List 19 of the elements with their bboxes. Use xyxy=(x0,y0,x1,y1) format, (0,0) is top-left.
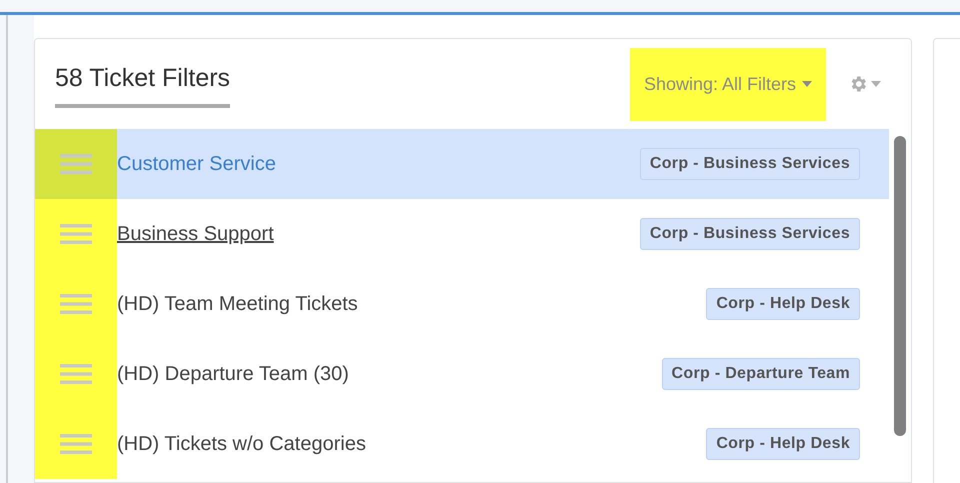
filter-name[interactable]: (HD) Tickets w/o Categories xyxy=(117,429,706,459)
group-tag: Corp - Help Desk xyxy=(706,288,860,320)
scrollbar-thumb[interactable] xyxy=(894,136,906,436)
drag-handle-icon[interactable] xyxy=(60,292,92,316)
filter-name[interactable]: (HD) Team Meeting Tickets xyxy=(117,289,706,319)
filter-row[interactable]: Customer Service Corp - Business Services xyxy=(35,129,890,199)
drag-handle-icon[interactable] xyxy=(60,362,92,386)
drag-handle-icon[interactable] xyxy=(60,222,92,246)
group-tag: Corp - Business Services xyxy=(640,148,860,180)
caret-icon xyxy=(802,81,812,87)
filter-name[interactable]: (HD) Departure Team (30) xyxy=(117,359,662,389)
group-tag: Corp - Help Desk xyxy=(706,428,860,460)
caret-icon xyxy=(871,81,881,87)
group-tag: Corp - Departure Team xyxy=(662,358,860,390)
drag-handle-icon[interactable] xyxy=(60,432,92,456)
filter-name[interactable]: Business Support xyxy=(117,219,640,249)
group-tag: Corp - Business Services xyxy=(640,218,860,250)
panel-title: 58 Ticket Filters xyxy=(55,60,230,108)
drag-handle-icon[interactable] xyxy=(60,152,92,176)
